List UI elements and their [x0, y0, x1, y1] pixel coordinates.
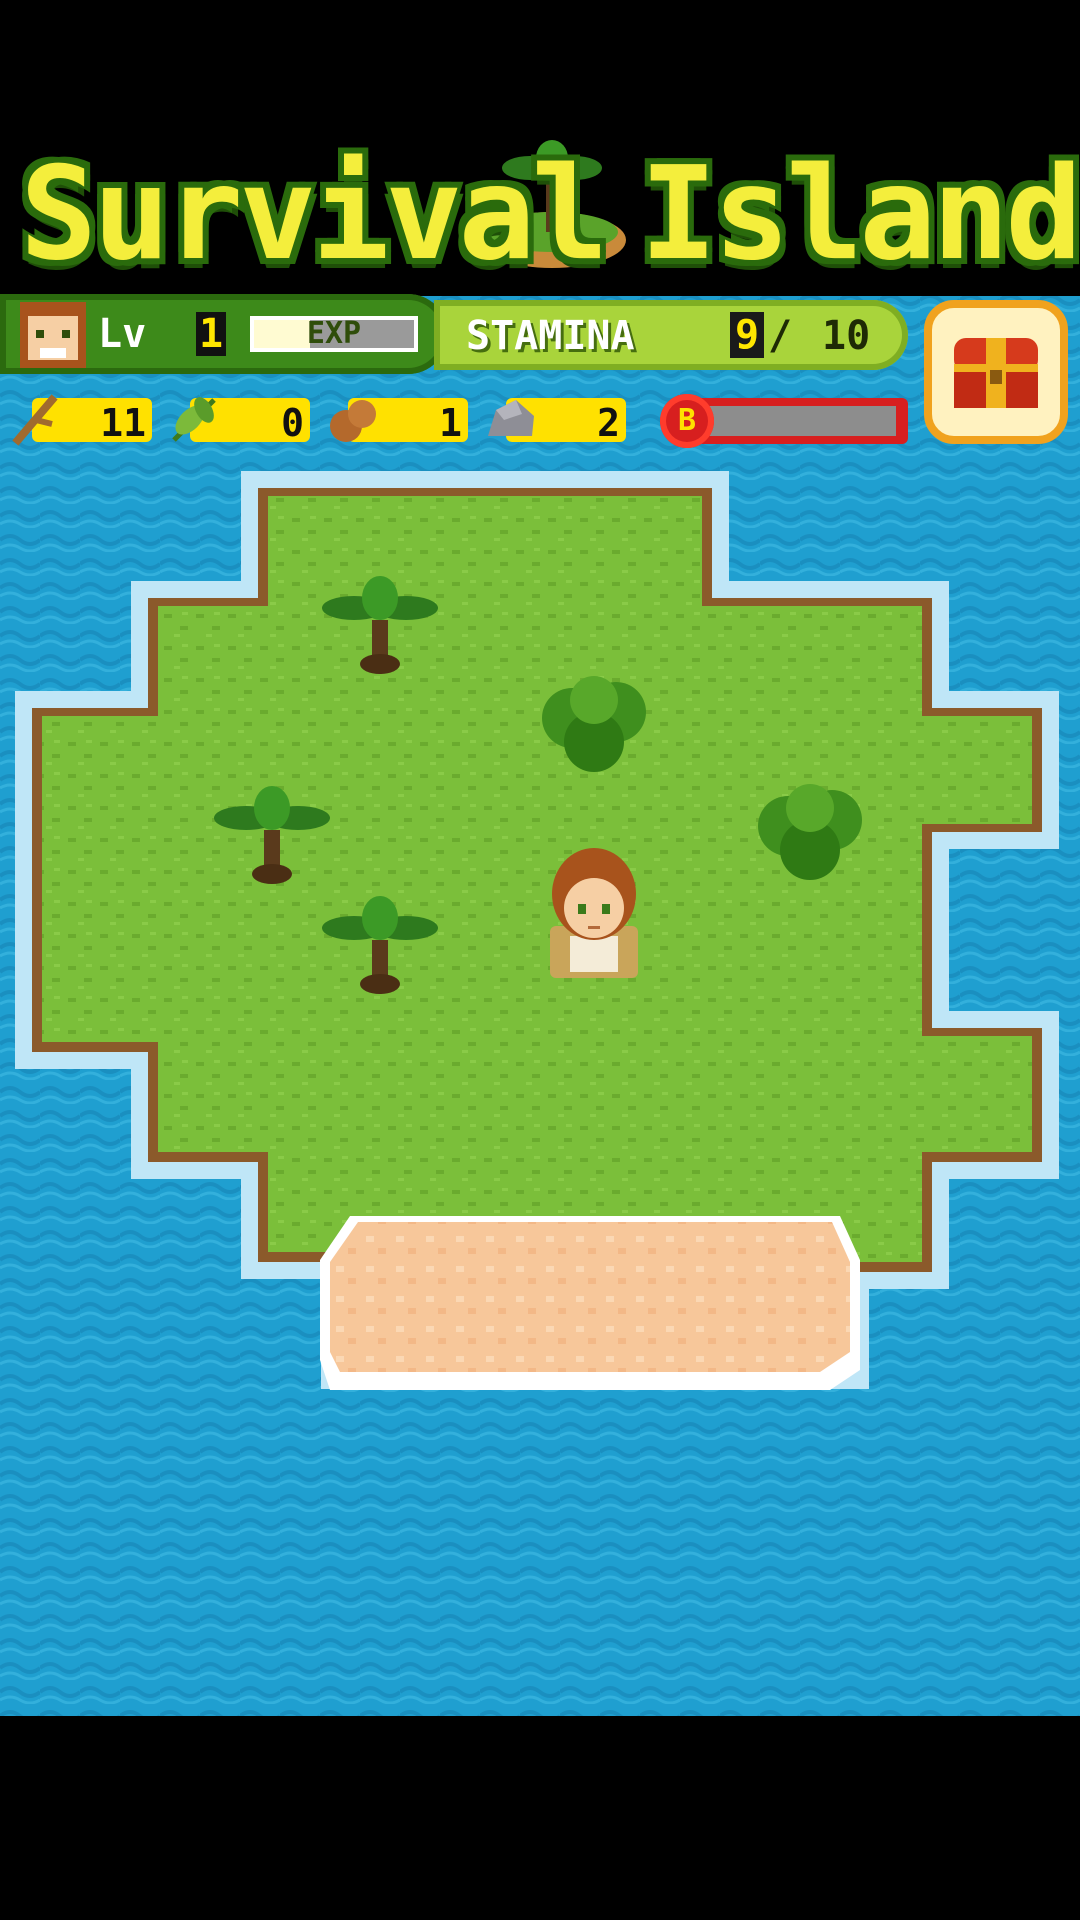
stamina-max: 10	[822, 313, 871, 359]
stone-icon	[488, 400, 534, 436]
exp-label: EXP	[306, 316, 362, 351]
resource-count: 1	[439, 401, 462, 445]
level-value: 1	[196, 312, 226, 356]
level-label: Lv	[98, 311, 147, 357]
special-gauge-inner	[708, 406, 896, 436]
special-badge-letter: B	[677, 403, 697, 438]
treasure-chest-button[interactable]	[924, 300, 1068, 444]
player-character	[550, 848, 638, 978]
treasure-chest-icon	[954, 338, 1038, 408]
stamina-current: 9	[730, 312, 764, 358]
stamina-label: STAMINA	[466, 313, 635, 359]
resource-count: 0	[281, 401, 304, 445]
resource-stone: 2	[482, 396, 630, 445]
leaf-icon	[172, 397, 216, 442]
beach-sand-inner	[330, 1222, 850, 1372]
resource-leaf: 0	[166, 396, 314, 445]
logo-text-right: Island	[640, 140, 1080, 289]
branch-icon	[12, 394, 58, 446]
special-badge-icon: B	[660, 394, 714, 448]
resource-count: 2	[597, 401, 620, 445]
game-logo: Survival Island	[20, 140, 1080, 290]
special-gauge: B	[660, 394, 910, 448]
resource-count: 11	[100, 401, 146, 445]
resource-coconut: 1	[324, 396, 472, 445]
stamina-separator: /	[768, 313, 793, 359]
player-avatar-icon	[20, 302, 86, 368]
exp-bar: EXP	[250, 316, 418, 352]
logo-text-left: Survival	[20, 140, 608, 289]
coconut-icon	[330, 400, 376, 442]
resource-branch: 11	[8, 394, 156, 446]
